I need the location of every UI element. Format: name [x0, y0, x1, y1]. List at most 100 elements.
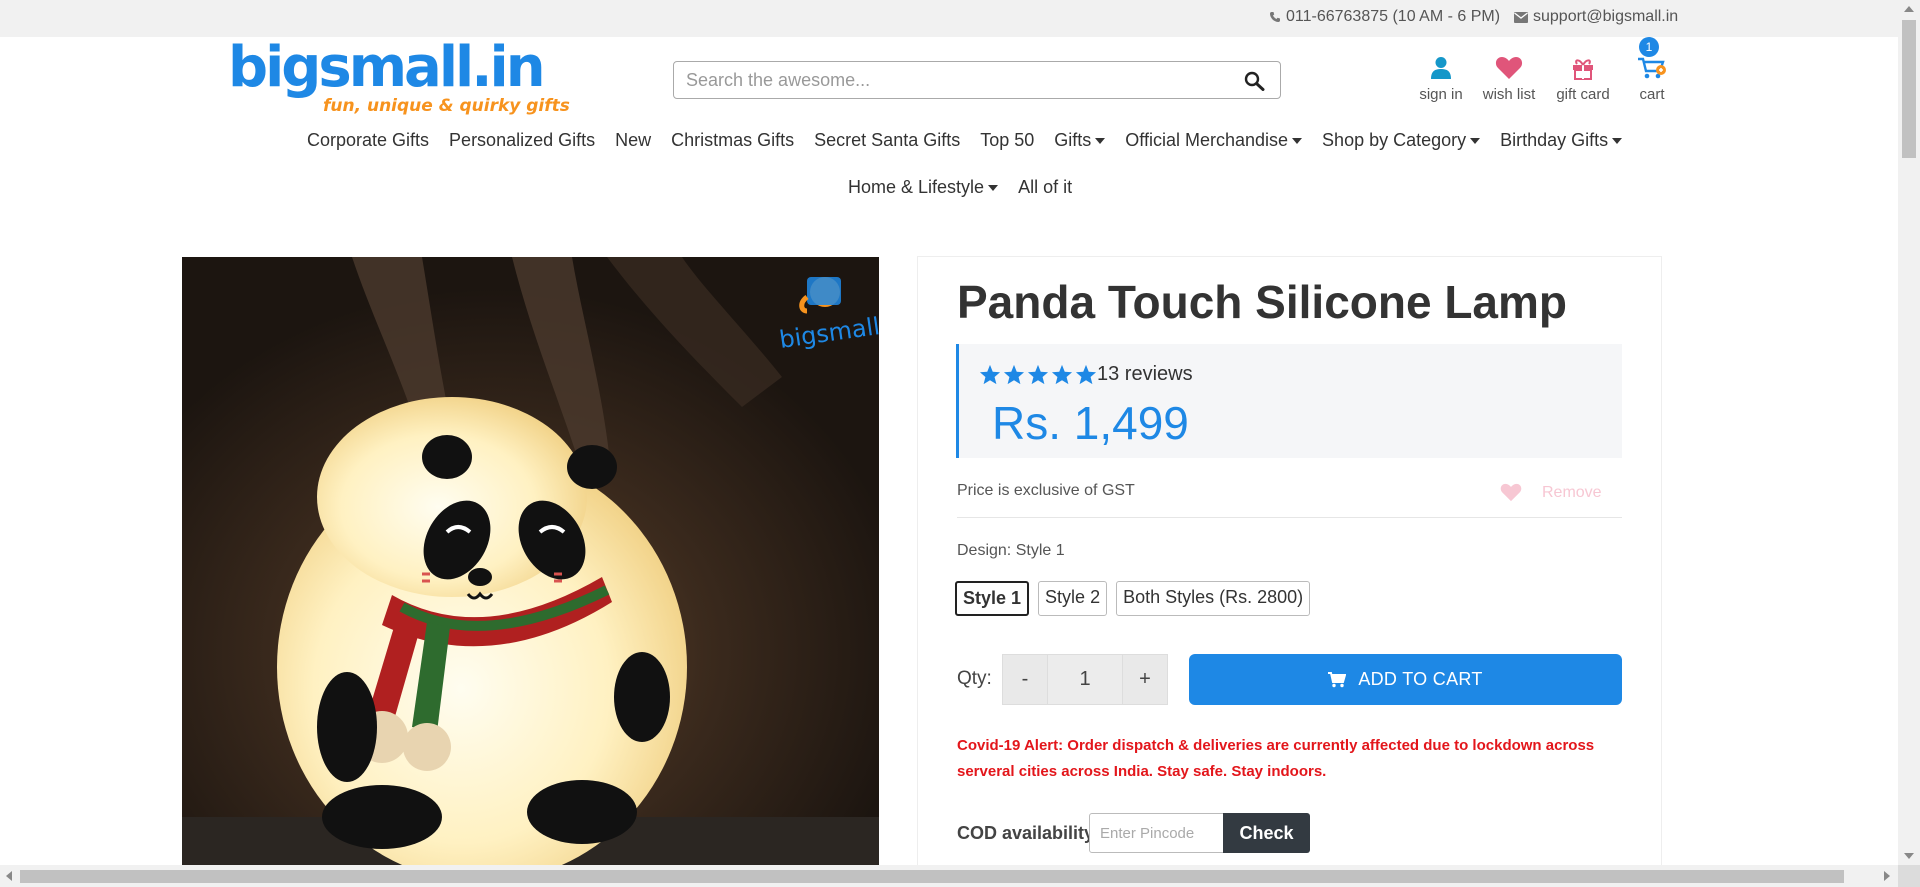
cart-link[interactable]: 1 cart	[1630, 37, 1674, 103]
scroll-down-arrow[interactable]	[1904, 853, 1914, 859]
nav-item-label: All of it	[1018, 177, 1073, 197]
nav-item-home-lifestyle[interactable]: Home & Lifestyle	[838, 177, 1008, 198]
nav-item-label: Home & Lifestyle	[848, 177, 985, 197]
nav-item-label: Secret Santa Gifts	[814, 130, 961, 150]
caret-down-icon	[1470, 137, 1481, 144]
top-contact-bar: 011-66763875 (10 AM - 6 PM) support@bigs…	[0, 0, 1898, 37]
nav-item-gifts[interactable]: Gifts	[1044, 130, 1115, 151]
nav-item-top-50[interactable]: Top 50	[970, 130, 1044, 151]
qty-decrease-button[interactable]: -	[1002, 654, 1048, 705]
nav-item-secret-santa-gifts[interactable]: Secret Santa Gifts	[804, 130, 970, 151]
logo-wordmark: bigsmall.in	[228, 35, 546, 100]
reviews-count[interactable]: 13 reviews	[1097, 363, 1193, 386]
nav-item-label: Christmas Gifts	[671, 130, 795, 150]
phone-icon	[1270, 12, 1280, 22]
scroll-up-arrow[interactable]	[1904, 6, 1914, 12]
caret-down-icon	[988, 184, 999, 191]
gift-icon	[1573, 59, 1593, 80]
star-icon	[1027, 364, 1049, 385]
image-watermark-logo: bigsmall	[777, 267, 879, 357]
heart-icon	[1500, 483, 1522, 502]
sign-in-link[interactable]: sign in	[1411, 52, 1471, 103]
quantity-stepper: - 1 +	[1002, 654, 1168, 705]
qty-input[interactable]: 1	[1048, 654, 1122, 705]
nav-item-corporate-gifts[interactable]: Corporate Gifts	[297, 130, 439, 151]
product-image[interactable]: bigsmall	[182, 257, 879, 865]
nav-item-official-merchandise[interactable]: Official Merchandise	[1115, 130, 1312, 151]
site-logo[interactable]: bigsmall.in fun, unique & quirky gifts	[228, 36, 570, 118]
wish-list-link[interactable]: wish list	[1474, 52, 1544, 103]
nav-item-label: Personalized Gifts	[449, 130, 596, 150]
heart-icon	[1495, 57, 1523, 79]
search-icon[interactable]	[1244, 71, 1266, 91]
star-icon	[1051, 364, 1073, 385]
gst-note: Price is exclusive of GST	[957, 482, 1135, 499]
nav-item-personalized-gifts[interactable]: Personalized Gifts	[439, 130, 605, 151]
star-rating[interactable]	[979, 364, 1097, 385]
caret-down-icon	[1292, 137, 1303, 144]
logo-tagline: fun, unique & quirky gifts	[323, 96, 570, 116]
design-label: Design: Style 1	[957, 542, 1065, 559]
nav-item-label: Corporate Gifts	[307, 130, 430, 150]
caret-down-icon	[1612, 137, 1623, 144]
scroll-right-arrow[interactable]	[1884, 871, 1890, 881]
scrollbar-corner	[1898, 865, 1920, 887]
phone-text: 011-66763875 (10 AM - 6 PM)	[1286, 8, 1501, 25]
pincode-input[interactable]	[1089, 813, 1224, 853]
covid-alert: Covid-19 Alert: Order dispatch & deliver…	[957, 737, 1595, 780]
cart-label: cart	[1639, 86, 1665, 103]
product-price: Rs. 1,499	[992, 397, 1189, 449]
email-text: support@bigsmall.in	[1533, 8, 1679, 25]
cart-count-badge: 1	[1639, 37, 1659, 57]
email-contact[interactable]: support@bigsmall.in	[1514, 8, 1678, 26]
nav-item-label: Birthday Gifts	[1500, 130, 1609, 150]
nav-item-shop-by-category[interactable]: Shop by Category	[1312, 130, 1490, 151]
cod-label: COD availability	[957, 823, 1095, 843]
wishlist-remove-button[interactable]: Remove	[1500, 483, 1602, 502]
gift-card-label: gift card	[1556, 86, 1610, 103]
main-nav-row-2: Home & Lifestyle All of it	[838, 177, 1082, 209]
star-icon	[1003, 364, 1025, 385]
vertical-scroll-thumb[interactable]	[1902, 20, 1916, 158]
nav-item-label: Top 50	[980, 130, 1035, 150]
cart-icon	[1638, 57, 1666, 79]
gift-card-link[interactable]: gift card	[1550, 52, 1616, 103]
user-icon	[1431, 57, 1451, 79]
search-box	[673, 61, 1281, 99]
caret-down-icon	[1095, 137, 1106, 144]
nav-item-all-of-it[interactable]: All of it	[1008, 177, 1082, 198]
nav-item-label: Shop by Category	[1322, 130, 1467, 150]
check-pincode-button[interactable]: Check	[1223, 813, 1310, 853]
sign-in-label: sign in	[1419, 86, 1463, 103]
panda-lamp-photo	[182, 257, 879, 865]
nav-item-new[interactable]: New	[605, 130, 661, 151]
vertical-scrollbar[interactable]	[1898, 0, 1920, 887]
star-icon	[979, 364, 1001, 385]
cart-icon	[1328, 671, 1347, 687]
phone-contact[interactable]: 011-66763875 (10 AM - 6 PM)	[1269, 8, 1500, 26]
main-nav-row-1: Corporate Gifts Personalized Gifts New Chri…	[297, 130, 1632, 162]
nav-item-christmas-gifts[interactable]: Christmas Gifts	[661, 130, 804, 151]
rating-price-box: 13 reviews Rs. 1,499	[956, 344, 1622, 458]
horizontal-scroll-thumb[interactable]	[20, 870, 1844, 883]
add-to-cart-label: ADD TO CART	[1358, 669, 1483, 689]
remove-label: Remove	[1542, 483, 1602, 501]
search-input[interactable]	[686, 68, 1226, 92]
nav-item-label: New	[615, 130, 652, 150]
product-title: Panda Touch Silicone Lamp	[957, 276, 1568, 328]
nav-item-label: Gifts	[1054, 130, 1092, 150]
design-option-both-styles-rs-2800[interactable]: Both Styles (Rs. 2800)	[1116, 581, 1311, 616]
design-option-style-2[interactable]: Style 2	[1038, 581, 1108, 616]
horizontal-scrollbar[interactable]	[0, 865, 1898, 887]
add-to-cart-button[interactable]: ADD TO CART	[1189, 654, 1622, 705]
nav-item-label: Official Merchandise	[1125, 130, 1289, 150]
star-icon	[1075, 364, 1097, 385]
design-option-style-1[interactable]: Style 1	[955, 581, 1030, 616]
qty-increase-button[interactable]: +	[1122, 654, 1168, 705]
scroll-left-arrow[interactable]	[6, 871, 12, 881]
design-options: Style 1 Style 2 Both Styles (Rs. 2800)	[955, 581, 1311, 616]
wish-list-label: wish list	[1482, 86, 1536, 103]
qty-label: Qty:	[957, 668, 992, 689]
envelope-icon	[1514, 11, 1528, 23]
nav-item-birthday-gifts[interactable]: Birthday Gifts	[1490, 130, 1632, 151]
